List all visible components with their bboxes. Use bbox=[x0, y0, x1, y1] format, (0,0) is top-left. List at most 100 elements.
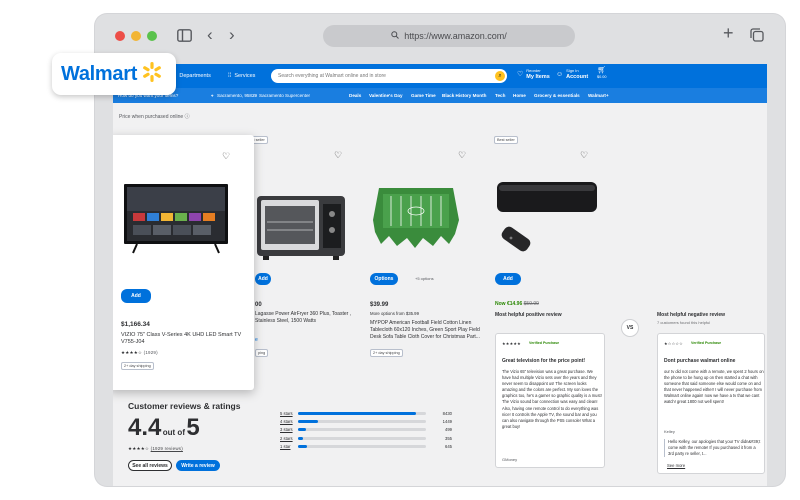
walmart-header: ⁞⁞ Departments ⁞⁞ Services Search everyt… bbox=[113, 64, 767, 88]
highlighted-product-card[interactable]: ♡ Add $1,166.34 VIZIO 75" Class V-Series… bbox=[113, 135, 254, 390]
heart-icon: ♡ bbox=[517, 71, 524, 78]
walmart-logo-card: Walmart bbox=[52, 53, 176, 95]
rating-bar-fill bbox=[298, 420, 319, 424]
rating-bar-track bbox=[298, 420, 426, 424]
add-to-cart-button[interactable]: Add bbox=[121, 289, 151, 303]
rating-row-label[interactable]: 1 star bbox=[280, 443, 298, 450]
walmart-wordmark: Walmart bbox=[61, 62, 138, 85]
reorder-link[interactable]: ♡ Reorder My Items bbox=[517, 68, 550, 80]
cart-icon: 🛒︎ bbox=[597, 67, 607, 74]
write-review-button[interactable]: Write a review bbox=[176, 460, 220, 471]
browser-toolbar: ‹ › https://www.amazon.com/ + bbox=[95, 14, 785, 62]
departments-menu[interactable]: ⁞⁞ Departments bbox=[173, 73, 211, 79]
services-menu[interactable]: ⁞⁞ Services bbox=[228, 73, 255, 79]
user-icon: ☺ bbox=[556, 70, 564, 78]
zip-selector[interactable]: Sacramento, 95829 bbox=[217, 93, 257, 98]
vs-badge: VS bbox=[621, 319, 639, 337]
soundbar-image[interactable] bbox=[495, 176, 600, 261]
best-seller-badge: Best seller bbox=[494, 136, 518, 144]
nav-link-deals[interactable]: Deals bbox=[349, 93, 361, 98]
rating-row-count: 355 bbox=[445, 435, 452, 441]
store-selector[interactable]: Sacramento Supercenter bbox=[259, 93, 310, 98]
rating-bar-fill bbox=[298, 444, 307, 448]
nav-link-black-history[interactable]: Black History Month bbox=[442, 93, 486, 98]
back-arrow-icon[interactable]: ‹ bbox=[207, 26, 213, 43]
reviews-count-link[interactable]: (1929 reviews) bbox=[151, 446, 183, 451]
search-button[interactable]: ⌕ bbox=[495, 71, 505, 81]
product-title[interactable]: Lagasse Power AirFryer 360 Plus, Toaster… bbox=[255, 311, 355, 325]
minimize-window-button[interactable] bbox=[131, 31, 141, 41]
review-body: our tv did not come with a remote, we sp… bbox=[664, 369, 764, 405]
options-button[interactable]: Options bbox=[370, 273, 398, 285]
more-options-link[interactable]: e bbox=[255, 337, 258, 344]
review-author: GMoney bbox=[502, 457, 518, 462]
seller-reply: Hello Kelley, our apologies that your TV… bbox=[664, 439, 762, 458]
price-note: Price when purchased online ⓘ bbox=[119, 114, 190, 120]
nav-link-tech[interactable]: Tech bbox=[495, 93, 505, 98]
negative-review-heading: Most helpful negative review bbox=[657, 312, 726, 318]
nav-link-valentines[interactable]: Valentine's Day bbox=[369, 93, 403, 98]
rating-row-count: 499 bbox=[445, 427, 452, 433]
rating-bar-track bbox=[298, 428, 426, 432]
forward-arrow-icon[interactable]: › bbox=[229, 26, 235, 43]
review-stars: ★★★★★ bbox=[502, 341, 521, 346]
favorite-heart-icon[interactable]: ♡ bbox=[457, 150, 467, 160]
account-link[interactable]: ☺ Sign In Account bbox=[556, 68, 588, 80]
address-bar[interactable]: https://www.amazon.com/ bbox=[323, 25, 575, 47]
rating-bar-track bbox=[298, 444, 426, 448]
rating-bar-track bbox=[298, 436, 426, 440]
see-all-reviews-button[interactable]: See all reviews bbox=[128, 460, 172, 471]
info-icon: ⓘ bbox=[184, 114, 190, 120]
nav-link-walmart-plus[interactable]: Walmart+ bbox=[588, 93, 609, 98]
tabs-overview-icon[interactable] bbox=[750, 28, 764, 45]
reviews-heading: Customer reviews & ratings bbox=[128, 401, 241, 411]
tablecloth-image[interactable] bbox=[371, 174, 461, 274]
new-tab-plus-icon[interactable]: + bbox=[723, 24, 734, 42]
rating-row-label[interactable]: 2 stars bbox=[280, 435, 298, 442]
product-price: $1,166.34 bbox=[121, 321, 150, 328]
shipping-tag: ping bbox=[255, 349, 269, 357]
maximize-window-button[interactable] bbox=[147, 31, 157, 41]
shipping-tag: 2+ day shipping bbox=[121, 362, 154, 370]
add-to-cart-button[interactable]: Add bbox=[255, 273, 271, 285]
sidebar-icon[interactable] bbox=[177, 29, 192, 45]
store-icon: ⌂ bbox=[253, 93, 256, 98]
close-window-button[interactable] bbox=[115, 31, 125, 41]
rating-row-count: 8430 bbox=[442, 411, 452, 416]
favorite-heart-icon[interactable]: ♡ bbox=[221, 151, 231, 161]
search-input[interactable]: Search everything at Walmart online and … bbox=[271, 69, 507, 83]
now-price: Now €14.96 $59.99 bbox=[495, 301, 539, 307]
product-title[interactable]: VIZIO 75" Class V-Series 4K UHD LED Smar… bbox=[121, 332, 251, 346]
add-to-cart-button[interactable]: Add bbox=[495, 273, 521, 285]
review-title: Dont purchase walmart online bbox=[664, 358, 736, 364]
helpful-count: 7 customers found this helpful bbox=[657, 320, 711, 325]
location-pin-icon: ⌖ bbox=[211, 93, 214, 98]
review-author: Kelley bbox=[664, 429, 675, 434]
cart-button[interactable]: 🛒︎ $0.00 bbox=[597, 67, 607, 80]
rating-bar-fill bbox=[298, 412, 416, 415]
services-grid-icon: ⁞⁞ bbox=[228, 73, 232, 79]
nav-link-game-time[interactable]: Game Time bbox=[411, 93, 436, 98]
browser-window: ‹ › https://www.amazon.com/ + ⁞⁞ Departm… bbox=[95, 14, 785, 486]
rating-row-label[interactable]: 4 stars bbox=[280, 418, 298, 425]
rating-row-label[interactable]: 3 stars bbox=[280, 426, 298, 433]
average-rating: 4.4 out of 5 bbox=[128, 414, 200, 441]
air-fryer-image[interactable] bbox=[255, 192, 347, 267]
search-icon bbox=[391, 31, 400, 41]
favorite-heart-icon[interactable]: ♡ bbox=[579, 150, 589, 160]
negative-review-card: ★☆☆☆☆ Verified Purchase Dont purchase wa… bbox=[657, 333, 765, 474]
nav-link-home[interactable]: Home bbox=[513, 93, 526, 98]
favorite-heart-icon[interactable]: ♡ bbox=[333, 150, 343, 160]
review-body: The Vizio 65" television was a great pur… bbox=[502, 369, 602, 429]
options-count: +5 options bbox=[415, 276, 434, 281]
tv-image[interactable] bbox=[123, 183, 229, 260]
product-title[interactable]: MYPOP American Football Field Cotton Lin… bbox=[370, 320, 490, 341]
positive-review-card: ★★★★★ Verified Purchase Great television… bbox=[495, 333, 605, 468]
address-url-text: https://www.amazon.com/ bbox=[404, 31, 507, 41]
rating-row-label[interactable]: 5 stars bbox=[280, 410, 298, 417]
rating-stars: ★★★★☆ (1929) bbox=[121, 350, 158, 355]
nav-link-grocery[interactable]: Grocery & essentials bbox=[534, 93, 580, 98]
see-more-link[interactable]: See more bbox=[667, 462, 685, 469]
rating-bar-fill bbox=[298, 428, 306, 432]
shipping-tag: 2+ day shipping bbox=[370, 349, 403, 357]
